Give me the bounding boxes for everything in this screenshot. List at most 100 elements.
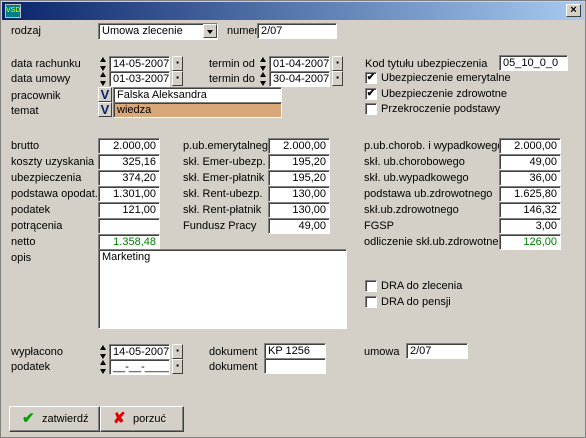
- cancel-icon: ✘: [113, 410, 126, 427]
- calendar-button[interactable]: ▪: [172, 56, 183, 71]
- close-button[interactable]: ×: [566, 4, 581, 17]
- chevron-down-icon[interactable]: [203, 24, 217, 38]
- rent-platnik-label: skł. Rent-płatnik: [183, 204, 262, 216]
- ubezpieczenia-label: ubezpieczenia: [11, 172, 82, 184]
- podstawa-label: podstawa opodat.: [11, 188, 98, 200]
- rodzaj-select[interactable]: Umowa zlecenie: [98, 23, 218, 40]
- termin-od-label: termin od: [209, 58, 255, 70]
- potracenia-label: potrącenia: [11, 220, 63, 232]
- temat-label: temat: [11, 105, 39, 117]
- emerytalne-checkbox[interactable]: ✔: [365, 72, 377, 84]
- rent-ubezp-input[interactable]: 130,00: [268, 186, 330, 202]
- calendar-button[interactable]: ▪: [332, 56, 343, 71]
- calendar-button[interactable]: ▪: [172, 344, 183, 359]
- odliczenie-label: odliczenie skł.ub.zdrowotnego: [364, 236, 511, 248]
- select-temat-button[interactable]: V: [98, 102, 112, 117]
- ub-zdrowotnego-input[interactable]: 146,32: [499, 202, 561, 218]
- podatek-label: podatek: [11, 204, 51, 216]
- przekroczenie-checkbox[interactable]: [365, 103, 377, 115]
- koszty-input[interactable]: 325,16: [98, 154, 160, 170]
- dra-pensji-checkbox[interactable]: [365, 296, 377, 308]
- spin-icon[interactable]: [99, 56, 108, 72]
- podstawa-zdrowotnego-input[interactable]: 1.625,80: [499, 186, 561, 202]
- zdrowotne-checkbox[interactable]: ✔: [365, 88, 377, 100]
- emer-platnik-input[interactable]: 195,20: [268, 170, 330, 186]
- p-ub-emerytalnego-input[interactable]: 2.000,00: [268, 138, 330, 154]
- opis-textarea[interactable]: Marketing: [98, 249, 347, 329]
- opis-label: opis: [11, 252, 32, 264]
- dokument-input[interactable]: KP 1256: [264, 343, 326, 359]
- ubezpieczenia-input[interactable]: 374,20: [98, 170, 160, 186]
- ub-zdrowotnego-label: skł.ub.zdrowotnego: [364, 204, 459, 216]
- podatek-date-label: podatek: [11, 361, 51, 373]
- data-rachunku-label: data rachunku: [11, 58, 81, 70]
- brutto-input[interactable]: 2.000,00: [98, 138, 160, 154]
- potracenia-input[interactable]: [98, 218, 160, 234]
- rodzaj-label: rodzaj: [11, 25, 41, 37]
- spin-icon[interactable]: [99, 344, 108, 360]
- temat-input[interactable]: wiedza: [113, 102, 282, 118]
- umowa-input[interactable]: 2/07: [406, 343, 468, 359]
- spin-icon[interactable]: [259, 71, 268, 87]
- dokument2-input[interactable]: [264, 358, 326, 374]
- fundusz-pracy-label: Fundusz Pracy: [183, 220, 257, 232]
- porzuc-button[interactable]: ✘ porzuć: [100, 406, 184, 432]
- zatwierdz-label: zatwierdź: [42, 413, 89, 425]
- calendar-button[interactable]: ▪: [332, 71, 343, 86]
- rent-platnik-input[interactable]: 130,00: [268, 202, 330, 218]
- dokument-label: dokument: [209, 346, 258, 358]
- zatwierdz-button[interactable]: ✔ zatwierdź: [9, 406, 100, 432]
- wyplacono-label: wypłacono: [11, 346, 63, 358]
- data-rachunku-input[interactable]: 14-05-2007: [109, 56, 170, 72]
- calendar-button[interactable]: ▪: [172, 359, 183, 374]
- calendar-button[interactable]: ▪: [172, 71, 183, 86]
- spin-icon[interactable]: [99, 359, 108, 375]
- emer-ubezp-input[interactable]: 195,20: [268, 154, 330, 170]
- data-umowy-input[interactable]: 01-03-2007: [109, 71, 170, 87]
- netto-label: netto: [11, 236, 36, 248]
- data-umowy-label: data umowy: [11, 73, 71, 85]
- dokument2-label: dokument: [209, 361, 258, 373]
- dialog-window: VSD × rodzaj Umowa zlecenie numer 2/07 d…: [0, 0, 586, 438]
- umowa-label: umowa: [364, 346, 400, 358]
- numer-input[interactable]: 2/07: [257, 23, 337, 39]
- dra-pensji-label: DRA do pensji: [381, 296, 451, 308]
- podatek-date-input[interactable]: __-__-____: [109, 359, 170, 375]
- title-bar: VSD ×: [2, 2, 584, 20]
- porzuc-label: porzuć: [133, 413, 167, 425]
- podstawa-zdrowotnego-label: podstawa ub.zdrowotnego: [364, 188, 493, 200]
- kod-tytulu-label: Kod tytułu ubezpieczenia: [365, 58, 488, 70]
- rodzaj-value: Umowa zlecenie: [102, 25, 183, 37]
- app-icon: VSD: [5, 4, 21, 18]
- przekroczenie-label: Przekroczenie podstawy: [381, 103, 501, 115]
- zdrowotne-label: Ubezpieczenie zdrowotne: [381, 88, 507, 100]
- kod-tytulu-input[interactable]: 05_10_0_0: [499, 55, 568, 71]
- pracownik-label: pracownik: [11, 90, 61, 102]
- fgsp-input[interactable]: 3,00: [499, 218, 561, 234]
- termin-do-label: termin do: [209, 73, 255, 85]
- termin-od-input[interactable]: 01-04-2007: [269, 56, 330, 72]
- p-ub-chorob-input[interactable]: 2.000,00: [499, 138, 561, 154]
- emerytalne-label: Ubezpieczenie emerytalne: [381, 72, 511, 84]
- podatek-input[interactable]: 121,00: [98, 202, 160, 218]
- ub-chorobowego-input[interactable]: 49,00: [499, 154, 561, 170]
- ub-wypadkowego-label: skł. ub.wypadkowego: [364, 172, 469, 184]
- emer-platnik-label: skł. Emer-płatnik: [183, 172, 265, 184]
- ub-wypadkowego-input[interactable]: 36,00: [499, 170, 561, 186]
- netto-input[interactable]: 1.358,48: [98, 234, 160, 250]
- p-ub-emerytalnego-label: p.ub.emerytalnego: [183, 140, 275, 152]
- wyplacono-input[interactable]: 14-05-2007: [109, 344, 170, 360]
- spin-icon[interactable]: [99, 71, 108, 87]
- fundusz-pracy-input[interactable]: 49,00: [268, 218, 330, 234]
- podstawa-input[interactable]: 1.301,00: [98, 186, 160, 202]
- select-pracownik-button[interactable]: V: [98, 87, 112, 102]
- koszty-label: koszty uzyskania: [11, 156, 95, 168]
- pracownik-input[interactable]: Falska Aleksandra: [113, 87, 282, 103]
- emer-ubezp-label: skł. Emer-ubezp.: [183, 156, 266, 168]
- dra-zlecenia-checkbox[interactable]: [365, 280, 377, 292]
- spin-icon[interactable]: [259, 56, 268, 72]
- brutto-label: brutto: [11, 140, 40, 152]
- odliczenie-input[interactable]: 126,00: [499, 234, 561, 250]
- rent-ubezp-label: skł. Rent-ubezp.: [183, 188, 263, 200]
- termin-do-input[interactable]: 30-04-2007: [269, 71, 330, 87]
